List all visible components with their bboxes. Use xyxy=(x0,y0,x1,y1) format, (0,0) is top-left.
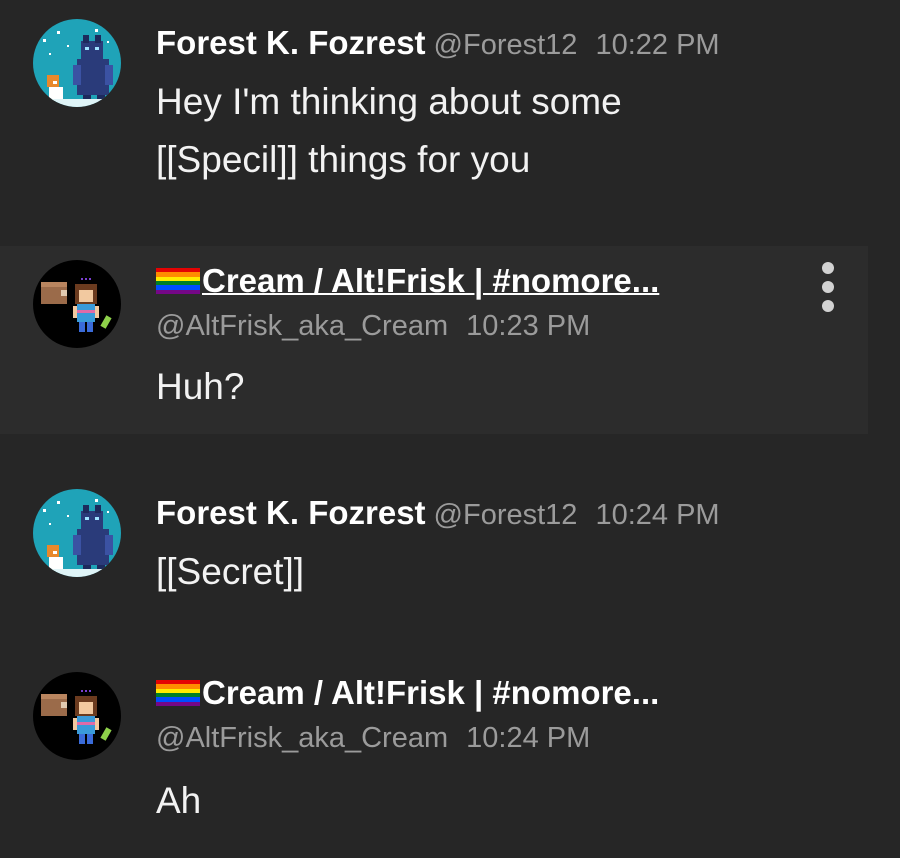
message-header: Cream / Alt!Frisk | #nomore... xyxy=(156,262,659,300)
forest-avatar[interactable] xyxy=(33,19,121,107)
author-handle[interactable]: @AltFrisk_aka_Cream xyxy=(156,310,448,342)
timestamp: 10:24 PM xyxy=(466,722,591,754)
message-text: Hey I'm thinking about some [[Specil]] t… xyxy=(156,81,622,180)
author-handle[interactable]: @AltFrisk_aka_Cream xyxy=(156,722,448,754)
author-name[interactable]: Forest K. Fozrest xyxy=(156,494,426,531)
rainbow-flag-icon xyxy=(156,268,200,294)
message-header: Forest K. Fozrest @Forest12 10:22 PM xyxy=(156,24,720,62)
message-meta: @AltFrisk_aka_Cream 10:24 PM xyxy=(156,722,590,755)
cream-avatar[interactable] xyxy=(33,260,121,348)
forest-avatar[interactable] xyxy=(33,489,121,577)
message-item: Forest K. Fozrest @Forest12 10:22 PM Hey I… xyxy=(0,0,900,230)
timestamp: 10:23 PM xyxy=(466,310,591,342)
author-name-label: Cream / Alt!Frisk | #nomore... xyxy=(202,674,660,711)
message-text: Ah xyxy=(156,780,202,821)
message-text: [[Secret]] xyxy=(156,551,305,592)
author-name[interactable]: Cream / Alt!Frisk | #nomore... xyxy=(156,674,659,711)
message-item: Cream / Alt!Frisk | #nomore... @AltFrisk… xyxy=(0,658,900,858)
cream-avatar[interactable] xyxy=(33,672,121,760)
more-options-icon[interactable] xyxy=(818,262,838,316)
message-feed: Forest K. Fozrest @Forest12 10:22 PM Hey I… xyxy=(0,0,900,858)
cream-avatar-image xyxy=(33,260,121,348)
message-item[interactable]: Cream / Alt!Frisk | #nomore... @AltFrisk… xyxy=(0,246,900,434)
message-text: Huh? xyxy=(156,366,245,407)
author-name-label: Cream / Alt!Frisk | #nomore... xyxy=(202,262,660,299)
rainbow-flag-icon xyxy=(156,680,200,706)
forest-avatar-image xyxy=(33,489,121,577)
message-header: Cream / Alt!Frisk | #nomore... xyxy=(156,674,659,712)
author-name[interactable]: Forest K. Fozrest xyxy=(156,24,426,61)
forest-avatar-image xyxy=(33,19,121,107)
message-item: Forest K. Fozrest @Forest12 10:24 PM [[Sec… xyxy=(0,470,900,640)
message-header: Forest K. Fozrest @Forest12 10:24 PM xyxy=(156,494,720,532)
author-handle[interactable]: @Forest12 xyxy=(434,499,578,531)
author-name[interactable]: Cream / Alt!Frisk | #nomore... xyxy=(156,262,659,299)
cream-avatar-image xyxy=(33,672,121,760)
timestamp: 10:24 PM xyxy=(595,499,720,531)
author-handle[interactable]: @Forest12 xyxy=(434,29,578,61)
message-meta: @AltFrisk_aka_Cream 10:23 PM xyxy=(156,310,590,343)
timestamp: 10:22 PM xyxy=(595,29,720,61)
